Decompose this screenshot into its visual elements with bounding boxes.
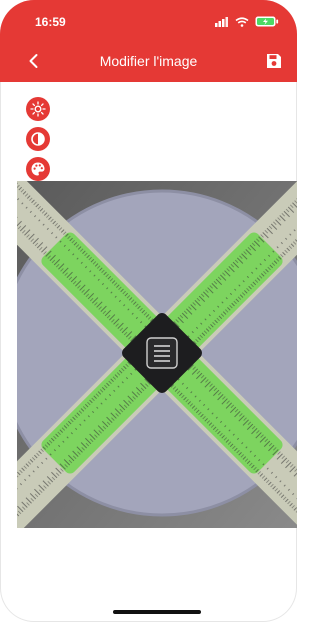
battery-charging-icon (255, 16, 279, 27)
contrast-icon (31, 132, 45, 146)
brightness-icon (30, 101, 46, 117)
home-indicator (113, 610, 201, 614)
status-icons (215, 16, 279, 27)
signal-icon (215, 16, 228, 27)
palette-button[interactable] (26, 157, 50, 181)
status-bar: 16:59 (0, 0, 297, 42)
palette-icon (31, 162, 45, 176)
save-icon[interactable] (265, 52, 283, 70)
brightness-button[interactable] (26, 97, 50, 121)
status-time: 16:59 (35, 15, 66, 29)
edited-image (17, 181, 297, 528)
navigation-bar: Modifier l'image (0, 42, 297, 82)
measurement-tool-photo (17, 181, 297, 528)
edit-tools (26, 97, 50, 181)
wifi-icon (235, 16, 249, 27)
app-screen: 16:59 Modifier l'image (0, 0, 297, 622)
contrast-button[interactable] (26, 127, 50, 151)
page-title: Modifier l'image (99, 53, 198, 69)
